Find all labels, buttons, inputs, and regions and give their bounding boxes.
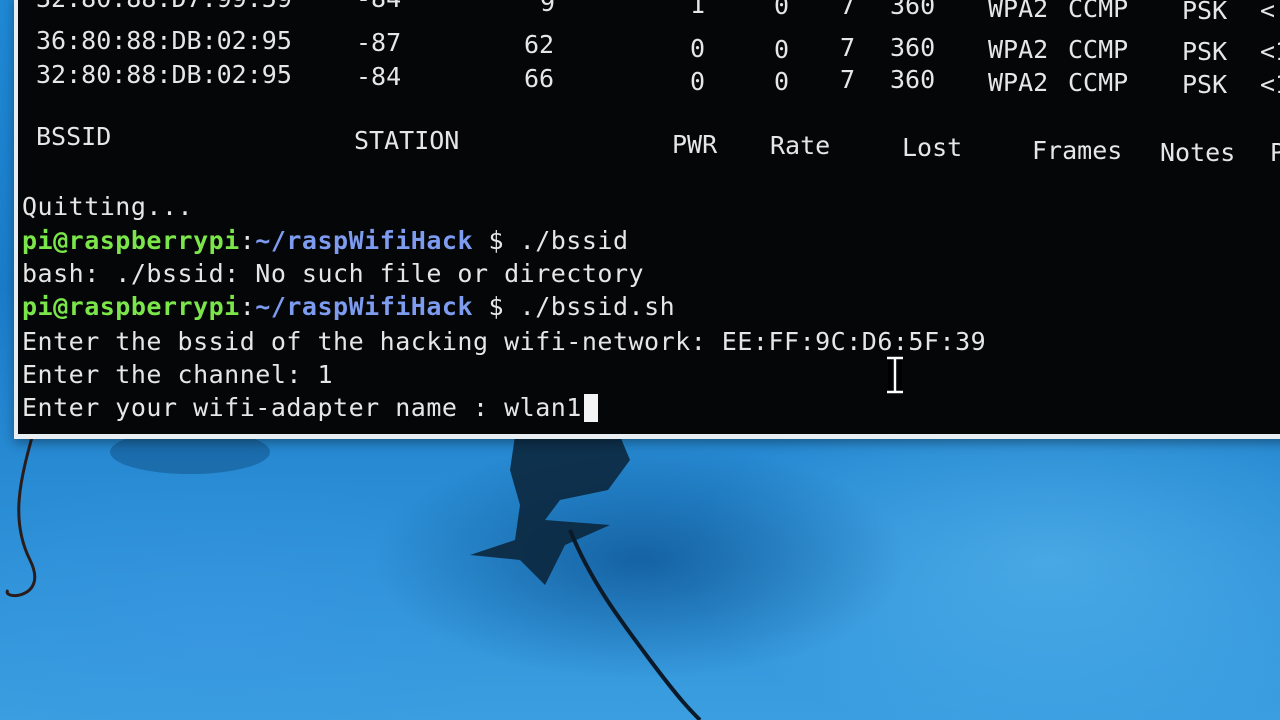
command-text: ./bssid (519, 226, 629, 255)
header-lost: Lost (902, 133, 963, 162)
ap-beacons: 62 (524, 30, 555, 59)
header-station: STATION (354, 126, 460, 155)
input-line-adapter[interactable]: Enter your wifi-adapter name : wlan1 (22, 393, 598, 423)
ap-pwr: -84 (356, 0, 401, 13)
command-text: ./bssid.sh (519, 292, 676, 321)
ap-row: 32:80:88:DB:02:95 -84 66 0 0 7 360 WPA2 … (18, 60, 1280, 99)
ap-row: 36:80:88:DB:02:95 -87 62 0 0 7 360 WPA2 … (18, 26, 1280, 66)
prompt-path: ~/raspWifiHack (255, 292, 473, 321)
output-bssid-prompt: Enter the bssid of the hacking wifi-netw… (22, 327, 987, 356)
prompt-dollar: $ (473, 226, 520, 255)
prompt-separator: : (239, 292, 256, 321)
header-pwr: PWR (672, 130, 718, 159)
ap-mb: 360 (890, 65, 936, 94)
ap-s: 0 (774, 0, 790, 20)
ap-beacons: 9 (540, 0, 556, 17)
ap-pwr: -87 (356, 28, 402, 57)
ap-data: 0 (690, 34, 706, 63)
prompt-user-host: pi@raspberrypi (22, 226, 240, 255)
prompt-line-2: pi@raspberrypi:~/raspWifiHack $ ./bssid.… (22, 292, 675, 322)
ap-enc: WPA2 (988, 68, 1049, 97)
prompt-dollar: $ (473, 292, 520, 321)
ap-s: 0 (774, 67, 790, 96)
prompt-line-1: pi@raspberrypi:~/raspWifiHack $ ./bssid (22, 226, 629, 256)
output-error: bash: ./bssid: No such file or directory (22, 259, 645, 288)
terminal-window[interactable]: 32:80:88:D7:99:59 -84 9 1 0 7 360 WPA2 C… (14, 0, 1280, 439)
output-quitting: Quitting... (22, 192, 194, 221)
ap-pwr: -84 (356, 62, 402, 91)
ap-s: 0 (774, 35, 790, 64)
ap-auth: PSK (1182, 0, 1228, 25)
header-probes: P (1270, 138, 1280, 167)
ap-auth: PSK (1182, 70, 1228, 99)
ap-bssid: 32:80:88:DB:02:95 (36, 60, 292, 89)
ap-ch: 7 (840, 0, 856, 20)
wallpaper-cable-right (568, 529, 702, 720)
output-adapter-prompt: Enter your wifi-adapter name : wlan1 (22, 393, 582, 422)
output-channel-prompt: Enter the channel: 1 (22, 360, 334, 389)
header-bssid: BSSID (36, 122, 112, 151)
station-table-header: BSSID STATION PWR Rate Lost Frames Notes… (18, 122, 1280, 167)
ap-row: 32:80:88:D7:99:59 -84 9 1 0 7 360 WPA2 C… (18, 0, 1280, 25)
ap-essid: <1 (1260, 70, 1280, 99)
prompt-path: ~/raspWifiHack (255, 226, 473, 255)
ap-ch: 7 (840, 65, 856, 94)
ap-cipher: CCMP (1068, 68, 1129, 97)
header-rate: Rate (770, 131, 831, 160)
ap-ch: 7 (840, 33, 856, 62)
ap-cipher: CCMP (1068, 0, 1129, 23)
text-cursor-icon (887, 356, 903, 394)
wallpaper-raspberry-silhouette (470, 436, 630, 585)
ap-mb: 360 (890, 0, 936, 20)
ap-bssid: 36:80:88:DB:02:95 (36, 26, 292, 55)
ap-bssid: 32:80:88:D7:99:59 (36, 0, 292, 13)
wallpaper-cable-left (5, 429, 37, 597)
ap-mb: 360 (890, 33, 936, 62)
ap-beacons: 66 (524, 64, 555, 93)
ap-essid: < (1260, 0, 1276, 25)
ap-data: 0 (690, 67, 706, 96)
prompt-user-host: pi@raspberrypi (22, 292, 240, 321)
ap-data: 1 (690, 0, 706, 19)
header-frames: Frames (1032, 136, 1123, 165)
ap-cipher: CCMP (1068, 35, 1129, 64)
header-notes: Notes (1160, 138, 1236, 167)
prompt-separator: : (239, 226, 256, 255)
terminal-cursor-block (583, 394, 598, 422)
ap-enc: WPA2 (988, 35, 1049, 64)
ap-enc: WPA2 (988, 0, 1049, 23)
